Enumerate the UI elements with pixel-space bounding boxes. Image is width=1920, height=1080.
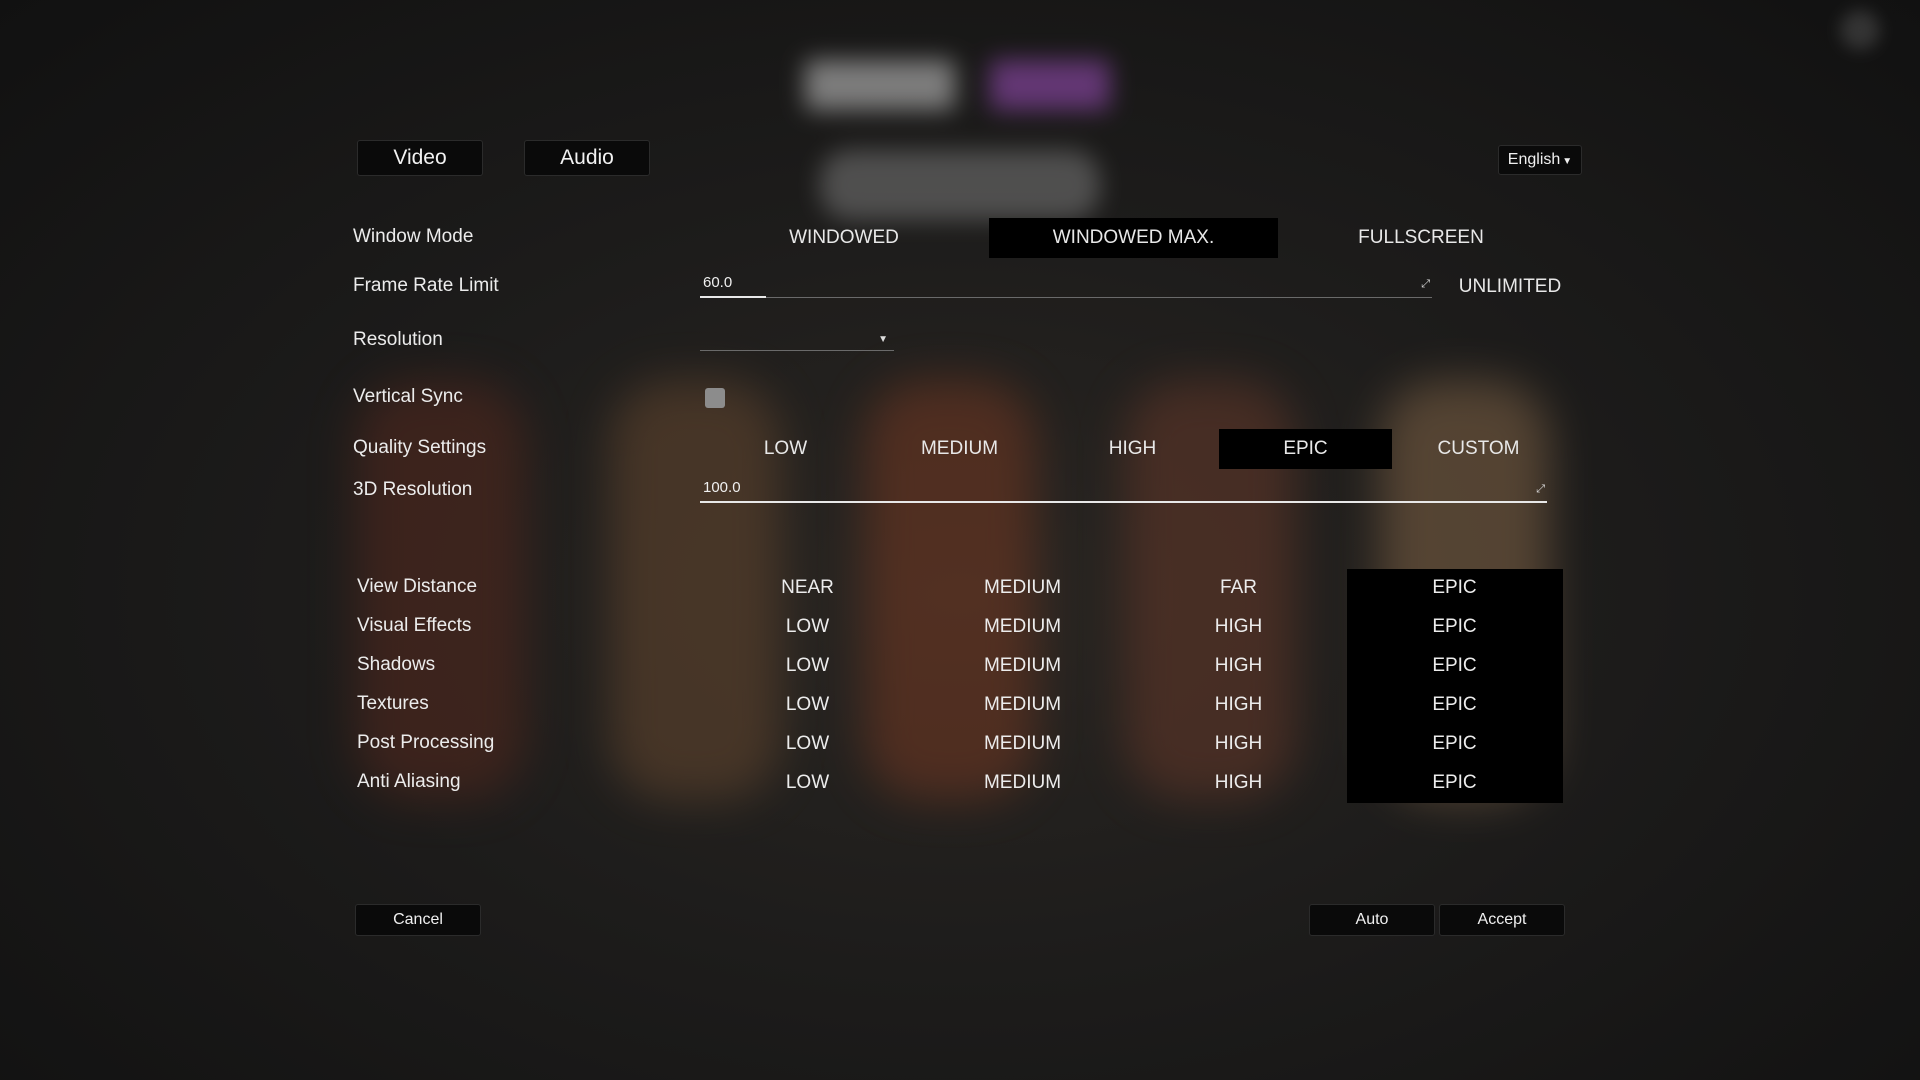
background-logo — [790, 40, 1130, 220]
quality-low[interactable]: LOW — [699, 429, 872, 469]
detail-setting-option[interactable]: EPIC — [1347, 568, 1562, 607]
language-select[interactable]: English ▼ — [1498, 145, 1582, 175]
detail-setting-option[interactable]: MEDIUM — [915, 646, 1130, 685]
detail-setting-option[interactable]: LOW — [700, 763, 915, 802]
chevron-down-icon: ▼ — [878, 334, 888, 345]
frame-rate-value: 60.0 — [703, 274, 733, 291]
settings-screen: Video Audio English ▼ Window Mode WINDOWE… — [0, 0, 1920, 1080]
quality-label: Quality Settings — [353, 437, 487, 458]
detail-setting-option[interactable]: MEDIUM — [915, 763, 1130, 802]
detail-setting-option[interactable]: EPIC — [1347, 607, 1562, 646]
detail-setting-option[interactable]: LOW — [700, 685, 915, 724]
chevron-down-icon: ▼ — [1562, 156, 1573, 167]
resolution-label: Resolution — [353, 329, 443, 350]
tab-audio[interactable]: Audio — [524, 140, 650, 176]
quality-high[interactable]: HIGH — [1046, 429, 1219, 469]
detail-setting-option[interactable]: EPIC — [1347, 646, 1562, 685]
frame-rate-slider[interactable]: 60.0 ⤢ — [700, 272, 1432, 298]
detail-setting-option[interactable]: HIGH — [1131, 607, 1346, 646]
accept-button[interactable]: Accept — [1439, 904, 1565, 936]
resize-handle-icon[interactable]: ⤢ — [1536, 483, 1545, 496]
detail-setting-option[interactable]: NEAR — [700, 568, 915, 607]
window-mode-windowed-max[interactable]: WINDOWED MAX. — [989, 218, 1278, 258]
window-mode-windowed[interactable]: WINDOWED — [701, 218, 987, 258]
background-corner-icon — [1840, 10, 1880, 50]
cancel-button[interactable]: Cancel — [355, 904, 481, 936]
detail-setting-option[interactable]: FAR — [1131, 568, 1346, 607]
detail-setting-option[interactable]: LOW — [700, 646, 915, 685]
auto-button[interactable]: Auto — [1309, 904, 1435, 936]
tab-video[interactable]: Video — [357, 140, 483, 176]
quality-epic[interactable]: EPIC — [1219, 429, 1392, 469]
window-mode-label: Window Mode — [353, 226, 474, 247]
detail-setting-option[interactable]: HIGH — [1131, 724, 1346, 763]
detail-setting-label: Textures — [357, 693, 429, 714]
window-mode-fullscreen[interactable]: FULLSCREEN — [1278, 218, 1564, 258]
detail-setting-option[interactable]: HIGH — [1131, 763, 1346, 802]
resize-handle-icon[interactable]: ⤢ — [1421, 278, 1430, 291]
detail-setting-option[interactable]: MEDIUM — [915, 724, 1130, 763]
3d-resolution-value: 100.0 — [703, 479, 741, 496]
detail-setting-label: Shadows — [357, 654, 436, 675]
vsync-checkbox[interactable] — [705, 388, 725, 408]
detail-setting-label: Visual Effects — [357, 615, 472, 636]
unlimited-button[interactable]: UNLIMITED — [1448, 267, 1572, 307]
slider-fill — [700, 501, 1547, 503]
frame-rate-label: Frame Rate Limit — [353, 275, 499, 296]
3d-resolution-label: 3D Resolution — [353, 479, 473, 500]
resolution-dropdown[interactable]: ▼ — [700, 326, 894, 351]
detail-setting-option[interactable]: EPIC — [1347, 685, 1562, 724]
detail-setting-option[interactable]: LOW — [700, 724, 915, 763]
detail-setting-option[interactable]: EPIC — [1347, 724, 1562, 763]
slider-track — [700, 297, 1432, 298]
detail-setting-option[interactable]: HIGH — [1131, 685, 1346, 724]
detail-setting-label: View Distance — [357, 576, 478, 597]
detail-setting-option[interactable]: HIGH — [1131, 646, 1346, 685]
quality-custom[interactable]: CUSTOM — [1392, 429, 1565, 469]
slider-fill — [700, 296, 766, 298]
detail-setting-label: Post Processing — [357, 732, 495, 753]
detail-setting-label: Anti Aliasing — [357, 771, 461, 792]
detail-setting-option[interactable]: MEDIUM — [915, 685, 1130, 724]
language-value: English — [1507, 151, 1561, 168]
detail-setting-option[interactable]: EPIC — [1347, 763, 1562, 802]
detail-setting-option[interactable]: MEDIUM — [915, 568, 1130, 607]
quality-medium[interactable]: MEDIUM — [873, 429, 1046, 469]
detail-setting-option[interactable]: LOW — [700, 607, 915, 646]
3d-resolution-slider[interactable]: 100.0 ⤢ — [700, 477, 1547, 503]
detail-setting-option[interactable]: MEDIUM — [915, 607, 1130, 646]
vsync-label: Vertical Sync — [353, 386, 463, 407]
